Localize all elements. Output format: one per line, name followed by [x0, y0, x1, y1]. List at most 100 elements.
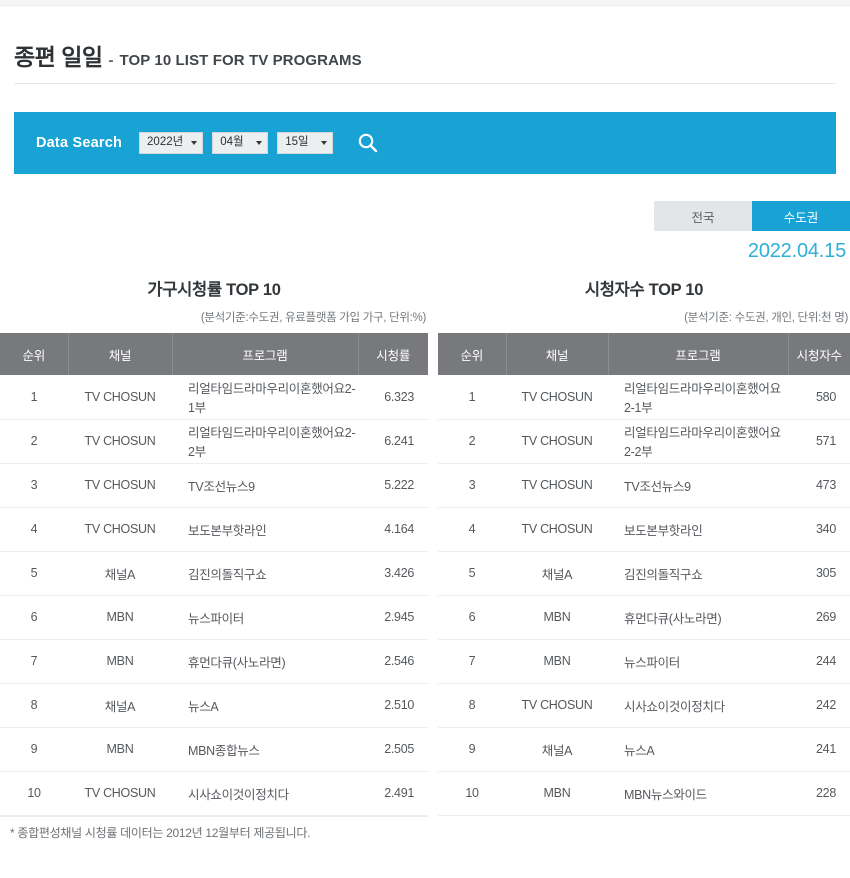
cell-value: 241	[788, 727, 850, 772]
column-header-channel[interactable]: 채널	[506, 333, 609, 375]
tables-container: 가구시청률 TOP 10 (분석기준:수도권, 유료플랫폼 가입 가구, 단위:…	[0, 272, 850, 816]
table-row[interactable]: 1 TV CHOSUN 리얼타임드라마우리이혼했어요2-1부 6.323	[0, 375, 428, 420]
tab-nationwide[interactable]: 전국	[654, 201, 752, 231]
column-header-channel[interactable]: 채널	[68, 333, 173, 375]
viewer-count-title: 시청자수 TOP 10	[584, 281, 704, 299]
table-header-row: 순위 채널 프로그램 시청자수	[438, 333, 850, 375]
page-title-dash: -	[108, 52, 114, 69]
column-header-rank[interactable]: 순위	[438, 333, 507, 375]
table-row[interactable]: 9 채널A 뉴스A 241	[438, 727, 850, 772]
table-row[interactable]: 6 MBN 휴먼다큐(사노라면) 269	[438, 595, 850, 640]
year-select-value: 2022년	[147, 136, 184, 149]
cell-rank: 4	[0, 507, 68, 552]
cell-program: 뉴스파이터	[608, 639, 788, 684]
footnote-divider	[0, 816, 428, 817]
cell-rank: 1	[438, 375, 506, 420]
cell-program: 시사쇼이것이정치다	[608, 683, 788, 728]
cell-rank: 4	[438, 507, 506, 552]
chevron-down-icon	[256, 141, 263, 145]
column-header-program[interactable]: 프로그램	[172, 333, 359, 375]
cell-program: TV조선뉴스9	[608, 463, 788, 508]
cell-channel: MBN	[68, 727, 172, 772]
cell-program: TV조선뉴스9	[172, 463, 358, 508]
cell-program: 보도본부핫라인	[172, 507, 358, 552]
table-row[interactable]: 8 채널A 뉴스A 2.510	[0, 683, 428, 728]
cell-program: 시사쇼이것이정치다	[172, 771, 358, 816]
cell-program: 보도본부핫라인	[608, 507, 788, 552]
search-icon	[358, 133, 378, 153]
table-row[interactable]: 8 TV CHOSUN 시사쇼이것이정치다 242	[438, 683, 850, 728]
table-row[interactable]: 5 채널A 김진의돌직구쇼 305	[438, 551, 850, 596]
cell-rank: 9	[438, 727, 506, 772]
cell-rank: 3	[0, 463, 68, 508]
cell-channel: MBN	[506, 639, 608, 684]
table-row[interactable]: 5 채널A 김진의돌직구쇼 3.426	[0, 551, 428, 596]
cell-channel: TV CHOSUN	[68, 463, 172, 508]
table-row[interactable]: 2 TV CHOSUN 리얼타임드라마우리이혼했어요2-2부 6.241	[0, 419, 428, 464]
table-row[interactable]: 7 MBN 뉴스파이터 244	[438, 639, 850, 684]
top-band	[0, 0, 850, 6]
day-select[interactable]: 15일	[277, 132, 334, 154]
cell-program: 뉴스A	[172, 683, 358, 728]
cell-value: 473	[788, 463, 850, 508]
cell-value: 2.505	[358, 727, 428, 772]
cell-value: 4.164	[358, 507, 428, 552]
table-row[interactable]: 1 TV CHOSUN 리얼타임드라마우리이혼했어요2-1부 580	[438, 375, 850, 420]
table-row[interactable]: 10 TV CHOSUN 시사쇼이것이정치다 2.491	[0, 771, 428, 816]
cell-value: 6.323	[358, 375, 428, 420]
cell-value: 244	[788, 639, 850, 684]
cell-program: 뉴스A	[608, 727, 788, 772]
search-button[interactable]	[355, 130, 381, 156]
table-row[interactable]: 3 TV CHOSUN TV조선뉴스9 473	[438, 463, 850, 508]
chevron-down-icon	[191, 141, 198, 145]
household-rating-table-section: 가구시청률 TOP 10 (분석기준:수도권, 유료플랫폼 가입 가구, 단위:…	[0, 272, 428, 816]
table-row[interactable]: 6 MBN 뉴스파이터 2.945	[0, 595, 428, 640]
viewer-count-table: 순위 채널 프로그램 시청자수 1 TV CHOSUN 리얼타임드라마우리이혼했어요…	[438, 333, 850, 816]
cell-rank: 5	[0, 551, 68, 596]
cell-value: 6.241	[358, 419, 428, 464]
viewer-count-subtitle: (분석기준: 수도권, 개인, 단위:천 명)	[684, 312, 848, 324]
table-row[interactable]: 10 MBN MBN뉴스와이드 228	[438, 771, 850, 816]
household-rating-subtitle: (분석기준:수도권, 유료플랫폼 가입 가구, 단위:%)	[200, 312, 426, 324]
table-row[interactable]: 9 MBN MBN종합뉴스 2.505	[0, 727, 428, 772]
column-header-value[interactable]: 시청률	[358, 333, 428, 375]
page-root: 종편 일일 - TOP 10 LIST FOR TV PROGRAMS Data…	[0, 0, 850, 878]
title-divider	[14, 83, 836, 84]
cell-program: 리얼타임드라마우리이혼했어요2-2부	[172, 419, 358, 464]
column-header-value[interactable]: 시청자수	[788, 333, 850, 375]
cell-rank: 7	[0, 639, 68, 684]
selected-date-stamp: 2022.04.15	[747, 240, 846, 262]
data-search-bar: Data Search 2022년 04월 15일	[14, 112, 836, 174]
table-row[interactable]: 4 TV CHOSUN 보도본부핫라인 340	[438, 507, 850, 552]
chevron-down-icon	[321, 141, 328, 145]
cell-program: 리얼타임드라마우리이혼했어요2-1부	[608, 375, 788, 420]
table-row[interactable]: 2 TV CHOSUN 리얼타임드라마우리이혼했어요2-2부 571	[438, 419, 850, 464]
cell-rank: 3	[438, 463, 506, 508]
cell-channel: TV CHOSUN	[68, 419, 172, 464]
cell-rank: 6	[438, 595, 506, 640]
viewer-count-table-section: 시청자수 TOP 10 (분석기준: 수도권, 개인, 단위:천 명) 순위 채…	[438, 272, 850, 816]
cell-rank: 10	[438, 771, 506, 816]
cell-channel: TV CHOSUN	[68, 507, 172, 552]
cell-value: 305	[788, 551, 850, 596]
cell-program: 뉴스파이터	[172, 595, 358, 640]
tab-metropolitan[interactable]: 수도권	[752, 201, 850, 231]
cell-channel: TV CHOSUN	[68, 771, 172, 816]
cell-channel: 채널A	[68, 551, 172, 596]
cell-program: MBN종합뉴스	[172, 727, 358, 772]
column-header-program[interactable]: 프로그램	[608, 333, 789, 375]
cell-rank: 10	[0, 771, 68, 816]
month-select[interactable]: 04월	[212, 132, 269, 154]
table-row[interactable]: 4 TV CHOSUN 보도본부핫라인 4.164	[0, 507, 428, 552]
table-row[interactable]: 3 TV CHOSUN TV조선뉴스9 5.222	[0, 463, 428, 508]
cell-channel: MBN	[506, 595, 608, 640]
column-header-rank[interactable]: 순위	[0, 333, 69, 375]
cell-channel: TV CHOSUN	[506, 463, 608, 508]
cell-value: 228	[788, 771, 850, 816]
cell-rank: 6	[0, 595, 68, 640]
year-select[interactable]: 2022년	[139, 132, 204, 154]
page-title-english: TOP 10 LIST FOR TV PROGRAMS	[119, 52, 362, 69]
table-row[interactable]: 7 MBN 휴먼다큐(사노라면) 2.546	[0, 639, 428, 684]
cell-channel: 채널A	[506, 551, 608, 596]
cell-value: 580	[788, 375, 850, 420]
